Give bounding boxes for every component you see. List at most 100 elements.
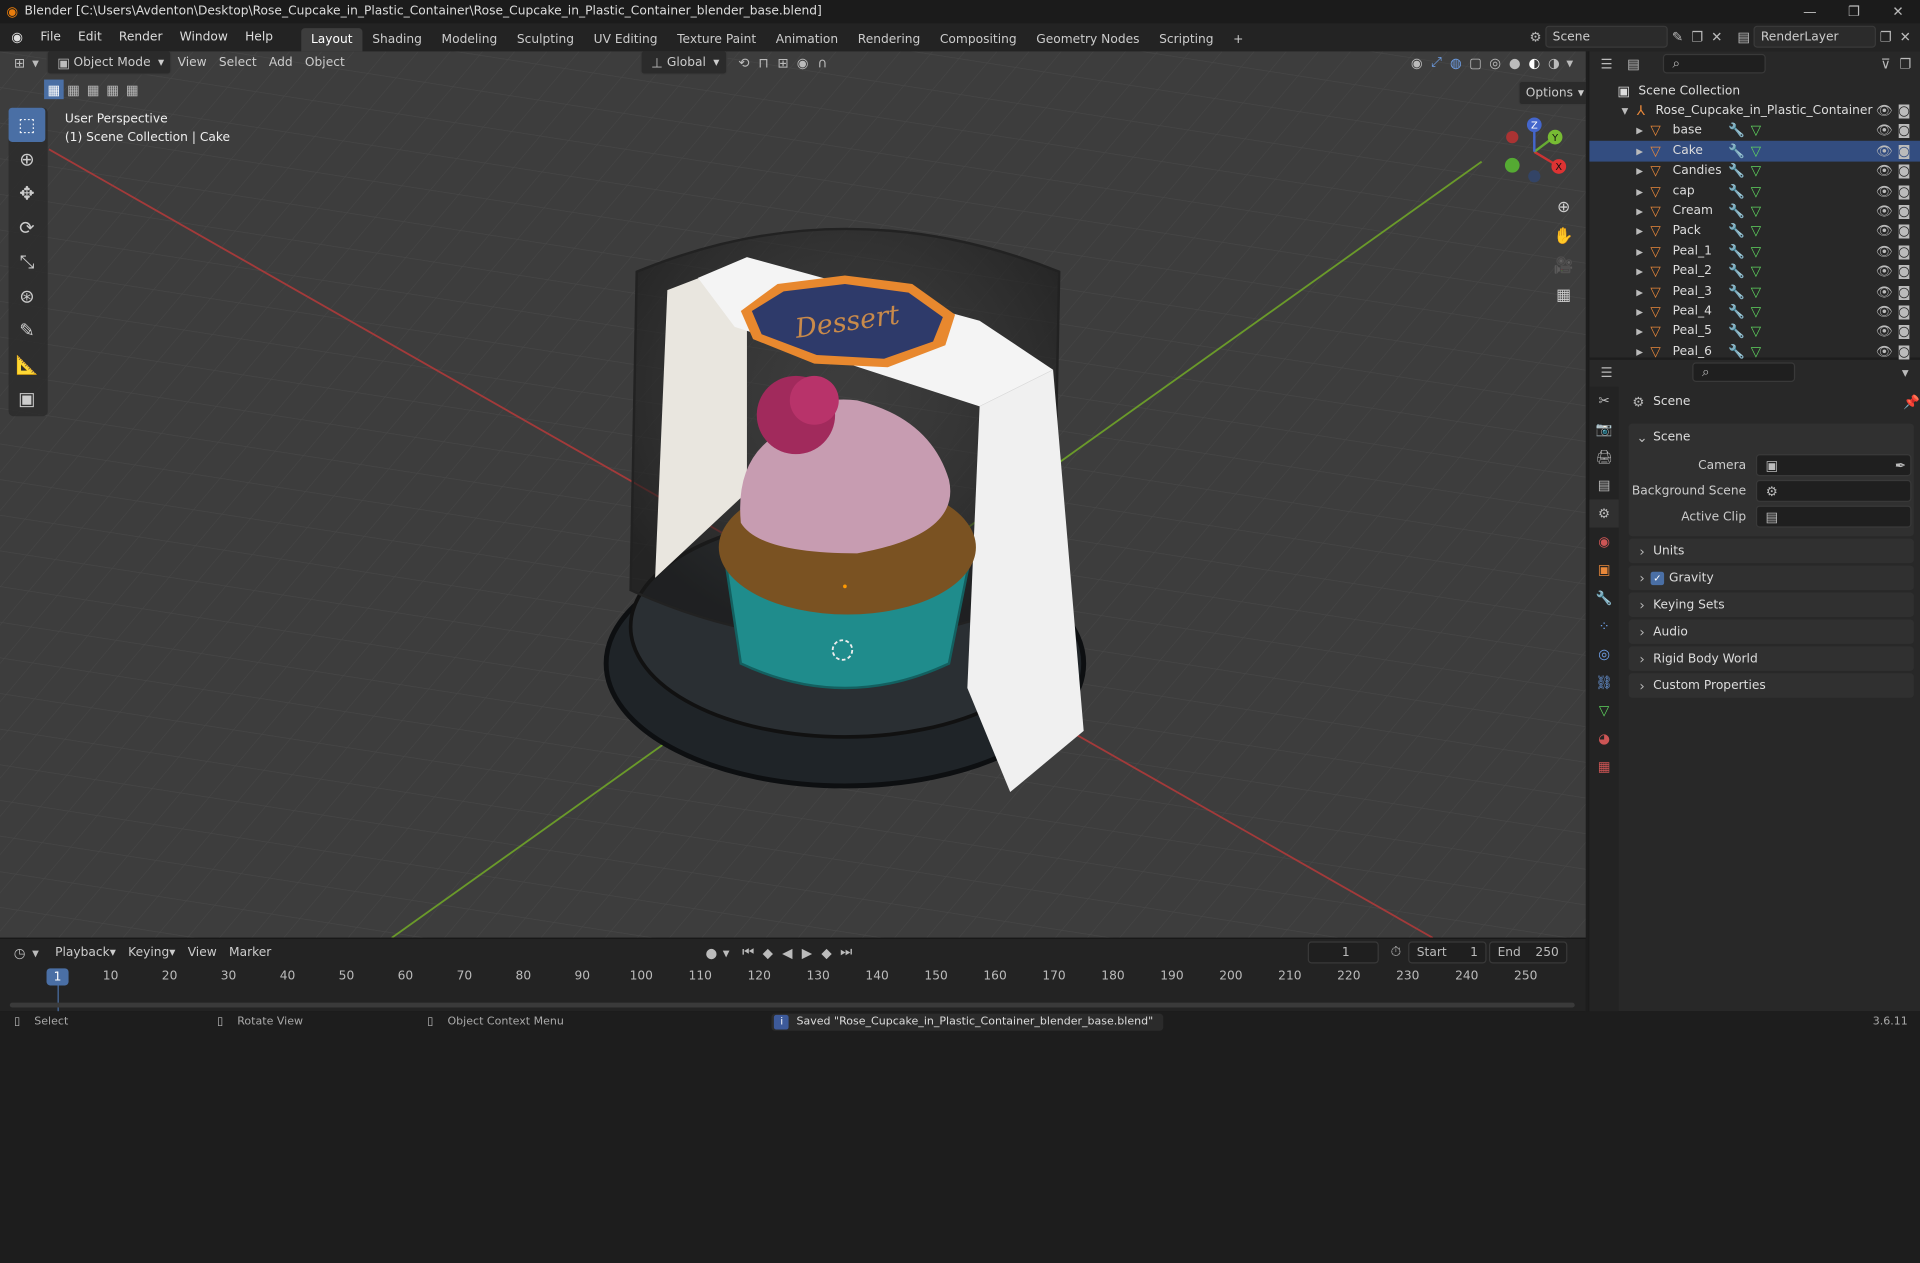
navigation-gizmo[interactable]: X Y Z [1500,115,1573,188]
stopwatch-icon[interactable]: ⏱ [1386,943,1406,963]
outliner-root[interactable]: ▣ Scene Collection [1589,81,1920,101]
menu-file[interactable]: File [32,23,70,51]
editor-type-icon[interactable]: ☰ [1597,54,1617,74]
tab-layout[interactable]: Layout [301,28,363,52]
render-camera-icon[interactable]: ◙ [1894,221,1914,241]
scene-selector[interactable]: Scene [1545,25,1668,48]
play-icon[interactable]: ▶ [797,943,817,963]
modifier-icon[interactable]: 🔧 [1727,242,1747,262]
render-camera-icon[interactable]: ◙ [1894,161,1914,181]
select-intersect-icon[interactable]: ▦ [122,80,142,100]
view-layer-tab-icon[interactable]: ▤ [1589,471,1618,499]
constraints-tab-icon[interactable]: ⛓ [1589,668,1618,696]
eye-icon[interactable]: 👁 [1875,242,1895,262]
minimize-icon[interactable]: — [1788,2,1832,22]
outliner-search-input[interactable]: ⌕ [1662,53,1766,74]
chevron-right-icon[interactable]: ▸ [1633,342,1645,362]
scene-tab-icon[interactable]: ⚙ [1589,499,1619,528]
mesh-data-icon[interactable]: ▽ [1746,141,1766,161]
menu-edit[interactable]: Edit [69,23,110,51]
solid-shading-icon[interactable]: ● [1505,53,1525,73]
outliner-item-cream[interactable]: ▸ ▽ Cream 🔧 ▽ 👁 ◙ [1589,201,1920,221]
tab-modeling[interactable]: Modeling [432,28,507,51]
mesh-data-icon[interactable]: ▽ [1746,262,1766,282]
chevron-right-icon[interactable]: ▸ [1633,181,1645,201]
render-camera-icon[interactable]: ◙ [1894,262,1914,282]
display-mode-icon[interactable]: ▤ [1624,54,1644,74]
modifier-icon[interactable]: 🔧 [1727,161,1747,181]
timeline-menu-keying[interactable]: Keying ▾ [122,940,182,964]
delete-layer-icon[interactable]: ✕ [1896,27,1916,47]
select-extend-icon[interactable]: ▦ [64,80,84,100]
rotate-tool[interactable]: ⟳ [9,211,46,245]
output-tab-icon[interactable]: 🖨 [1589,443,1618,471]
render-camera-icon[interactable]: ◙ [1894,302,1914,322]
outliner-item-cap[interactable]: ▸ ▽ cap 🔧 ▽ 👁 ◙ [1589,181,1920,201]
physics-tab-icon[interactable]: ◎ [1589,640,1618,668]
scene-icon[interactable]: ⚙ [1526,27,1546,47]
world-tab-icon[interactable]: ◉ [1589,528,1618,556]
data-tab-icon[interactable]: ▽ [1589,697,1618,725]
mesh-data-icon[interactable]: ▽ [1746,201,1766,221]
falloff-icon[interactable]: ∩ [812,53,832,73]
eye-icon[interactable]: 👁 [1875,101,1895,121]
select-new-icon[interactable]: ▦ [44,79,64,100]
tab-scripting[interactable]: Scripting [1149,28,1223,51]
outliner-item-candies[interactable]: ▸ ▽ Candies 🔧 ▽ 👁 ◙ [1589,161,1920,181]
tab-animation[interactable]: Animation [766,28,848,51]
add-workspace-icon[interactable]: + [1223,28,1253,51]
eye-icon[interactable]: 👁 [1875,201,1895,221]
perspective-grid-icon[interactable]: ▦ [1550,280,1577,309]
transform-tool[interactable]: ⊛ [9,279,46,313]
render-camera-icon[interactable]: ◙ [1894,101,1914,121]
material-tab-icon[interactable]: ◕ [1589,725,1618,753]
chevron-right-icon[interactable]: ▸ [1633,221,1645,241]
neg-x-axis-handle[interactable] [1506,130,1519,144]
eye-icon[interactable]: 👁 [1875,282,1895,302]
cursor-tool[interactable]: ⊕ [9,142,46,176]
eye-icon[interactable]: 👁 [1875,181,1895,201]
eye-icon[interactable]: 👁 [1875,221,1895,241]
select-box-tool[interactable]: ⬚ [8,107,46,143]
outliner-item-pack[interactable]: ▸ ▽ Pack 🔧 ▽ 👁 ◙ [1589,221,1920,241]
outliner-collection[interactable]: ▾ ⅄ Rose_Cupcake_in_Plastic_Container 👁 … [1589,101,1920,121]
properties-search-input[interactable]: ⌕ [1692,362,1796,382]
background-scene-field[interactable]: ⚙ [1755,479,1912,502]
timeline-menu-playback[interactable]: Playback ▾ [49,940,122,964]
view-layer-icon[interactable]: ▤ [1734,27,1754,47]
mesh-data-icon[interactable]: ▽ [1746,242,1766,262]
mesh-data-icon[interactable]: ▽ [1746,342,1766,362]
pivot-icon[interactable]: ⟲ [734,53,754,73]
render-camera-icon[interactable]: ◙ [1894,121,1914,141]
render-camera-icon[interactable]: ◙ [1894,181,1914,201]
view-layer-selector[interactable]: RenderLayer [1753,25,1876,48]
menu-help[interactable]: Help [237,23,282,51]
material-shading-icon[interactable]: ◐ [1525,53,1545,73]
jump-end-icon[interactable]: ⏭ [836,943,856,963]
timeline-scrollbar[interactable] [9,1002,1575,1008]
end-frame-field[interactable]: End 250 [1488,941,1568,964]
editor-type-icon[interactable]: ⊞ [10,53,30,73]
render-camera-icon[interactable]: ◙ [1894,141,1914,161]
start-frame-field[interactable]: Start 1 [1408,941,1487,964]
transform-orientation[interactable]: ⊥ Global ▾ [639,51,727,75]
viewport-menu-object[interactable]: Object [299,51,351,74]
new-scene-icon[interactable]: ❐ [1687,27,1707,47]
mesh-data-icon[interactable]: ▽ [1746,322,1766,342]
select-subtract-icon[interactable]: ▦ [83,80,103,100]
camera-field[interactable]: ▣ ✒ [1755,454,1912,477]
mesh-data-icon[interactable]: ▽ [1746,181,1766,201]
outliner-item-peal_5[interactable]: ▸ ▽ Peal_5 🔧 ▽ 👁 ◙ [1589,322,1920,342]
eyedropper-icon[interactable]: ✒ [1891,455,1911,475]
select-invert-icon[interactable]: ▦ [103,80,123,100]
jump-start-icon[interactable]: ⏮ [738,943,758,963]
render-camera-icon[interactable]: ◙ [1894,322,1914,342]
editor-type-icon[interactable]: ☰ [1597,362,1617,382]
modifier-icon[interactable]: 🔧 [1727,322,1747,342]
chevron-down-icon[interactable]: ▾ [1896,362,1916,382]
record-icon[interactable]: ● [702,943,722,963]
chevron-down-icon[interactable]: ▾ [1619,101,1631,121]
snap-icon[interactable]: ⊓ [754,53,774,73]
modifier-tab-icon[interactable]: 🔧 [1589,584,1618,612]
panel-keying-sets[interactable]: › Keying Sets [1628,592,1914,617]
